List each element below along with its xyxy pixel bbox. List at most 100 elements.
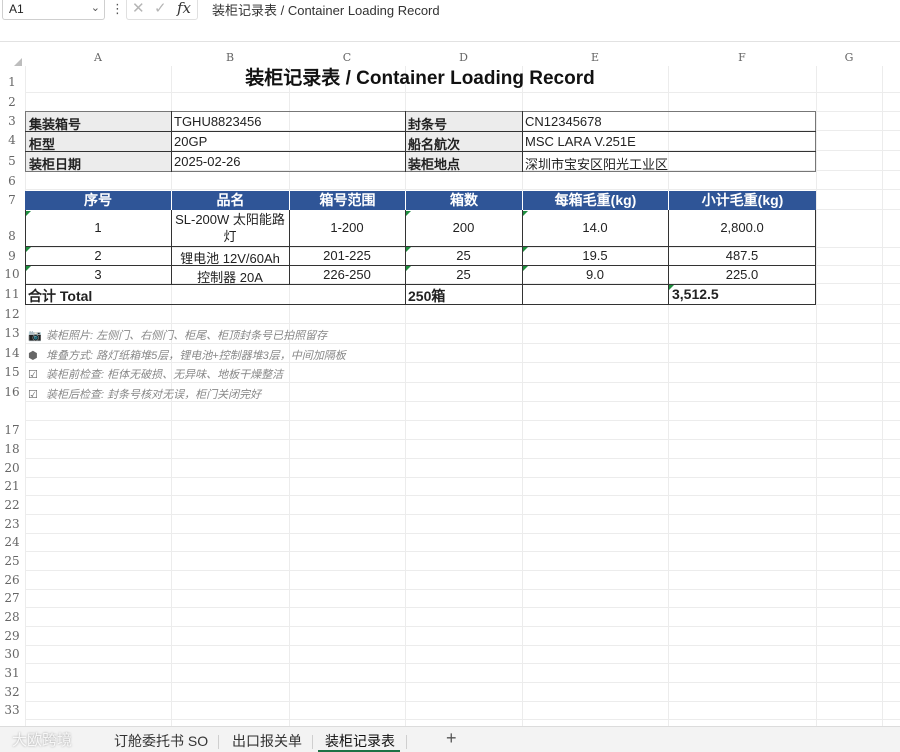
row-header[interactable]: 8 (0, 229, 24, 243)
row-header[interactable]: 16 (0, 385, 24, 399)
column-header-b[interactable]: B (171, 50, 289, 66)
header-box-range[interactable]: 箱号范围 (289, 191, 405, 210)
row-header[interactable]: 28 (0, 610, 24, 624)
note-pre-check[interactable]: ☑ 装柜前检查: 柜体无破损、无异味、地板干燥整洁 (28, 366, 283, 382)
formula-actions: ✕ ✓ fx (126, 0, 198, 20)
seal-no-label[interactable]: 封条号 (406, 112, 522, 131)
row-header[interactable]: 21 (0, 479, 24, 493)
row-header[interactable]: 27 (0, 591, 24, 605)
row-header[interactable]: 6 (0, 174, 24, 188)
column-header-c[interactable]: C (289, 50, 405, 66)
row-header[interactable]: 25 (0, 554, 24, 568)
container-type-value[interactable]: 20GP (174, 134, 404, 149)
container-no-value[interactable]: TGHU8823456 (174, 114, 404, 129)
total-label[interactable]: 合计 Total (28, 286, 398, 306)
formula-bar: A1 ⌄ ⋮ ✕ ✓ fx 装柜记录表 / Container Loading … (0, 0, 900, 42)
confirm-icon[interactable]: ✓ (154, 0, 167, 17)
tab-booking-so[interactable]: 订舱委托书 SO (114, 731, 208, 751)
note-post-check[interactable]: ☑ 装柜后检查: 封条号核对无误，柜门关闭完好 (28, 386, 261, 402)
column-header-e[interactable]: E (522, 50, 668, 66)
row-header[interactable]: 18 (0, 442, 24, 456)
select-all-corner[interactable] (14, 50, 22, 66)
row1-item-name[interactable]: SL-200W 太阳能路 灯 (171, 211, 289, 245)
row1-unit-weight[interactable]: 14.0 (522, 220, 668, 235)
vessel-voyage-label[interactable]: 船名航次 (406, 132, 522, 151)
cancel-icon[interactable]: ✕ (132, 0, 145, 17)
seal-no-value[interactable]: CN12345678 (525, 114, 815, 129)
row1-item-name-line1: SL-200W 太阳能路 (175, 212, 285, 227)
insert-function-icon[interactable]: fx (177, 0, 191, 17)
row-header[interactable]: 29 (0, 629, 24, 643)
row-header[interactable]: 33 (0, 703, 24, 717)
row-header[interactable]: 13 (0, 326, 24, 340)
formula-input[interactable]: 装柜记录表 / Container Loading Record (212, 0, 440, 19)
row3-subtotal-weight[interactable]: 225.0 (668, 267, 816, 282)
header-seq[interactable]: 序号 (25, 191, 171, 210)
note-photos[interactable]: 📷 装柜照片: 左侧门、右侧门、柜尾、柜顶封条号已拍照留存 (28, 327, 327, 343)
row2-box-range[interactable]: 201-225 (289, 248, 405, 263)
total-box-count[interactable]: 250箱 (408, 286, 518, 306)
row2-subtotal-weight[interactable]: 487.5 (668, 248, 816, 263)
container-no-label[interactable]: 集装箱号 (26, 112, 171, 131)
row-header[interactable]: 11 (0, 287, 24, 301)
row-header[interactable]: 30 (0, 647, 24, 661)
header-subtotal-weight[interactable]: 小计毛重(kg) (668, 191, 816, 210)
row2-item-name[interactable]: 锂电池 12V/60Ah (171, 248, 289, 267)
sheet-tab-bar: 大欧跨境 订舱委托书 SO 出口报关单 装柜记录表 + (0, 726, 900, 752)
column-header-f[interactable]: F (668, 50, 816, 66)
row-header[interactable]: 4 (0, 133, 24, 147)
row1-box-count[interactable]: 200 (405, 220, 522, 235)
more-options-icon[interactable]: ⋮ (111, 1, 124, 17)
row3-box-range[interactable]: 226-250 (289, 267, 405, 282)
row-header[interactable]: 17 (0, 423, 24, 437)
note-text: 装柜前检查: 柜体无破损、无异味、地板干燥整洁 (46, 369, 284, 381)
column-header-a[interactable]: A (25, 50, 171, 66)
header-box-count[interactable]: 箱数 (405, 191, 522, 210)
row3-unit-weight[interactable]: 9.0 (522, 267, 668, 282)
row-header[interactable]: 24 (0, 535, 24, 549)
row-header[interactable]: 22 (0, 498, 24, 512)
vessel-voyage-value[interactable]: MSC LARA V.251E (525, 134, 815, 149)
row-header[interactable]: 31 (0, 666, 24, 680)
sheet-title[interactable]: 装柜记录表 / Container Loading Record (25, 66, 815, 92)
loading-date-label[interactable]: 装柜日期 (26, 152, 171, 171)
add-sheet-button[interactable]: + (446, 728, 457, 749)
tab-export-declaration[interactable]: 出口报关单 (232, 731, 302, 751)
container-type-label[interactable]: 柜型 (26, 132, 171, 151)
row-header[interactable]: 14 (0, 346, 24, 360)
name-box[interactable]: A1 ⌄ (2, 0, 105, 20)
row-header[interactable]: 9 (0, 249, 24, 263)
row-header[interactable]: 23 (0, 517, 24, 531)
note-stacking[interactable]: ⬢ 堆叠方式: 路灯纸箱堆5层，锂电池+控制器堆3层，中间加隔板 (28, 347, 346, 363)
header-unit-weight[interactable]: 每箱毛重(kg) (522, 191, 668, 210)
chevron-down-icon[interactable]: ⌄ (91, 1, 100, 14)
row-header[interactable]: 5 (0, 154, 24, 168)
row-header[interactable]: 26 (0, 573, 24, 587)
row-header[interactable]: 12 (0, 307, 24, 321)
row3-item-name[interactable]: 控制器 20A (171, 267, 289, 286)
row-header[interactable]: 3 (0, 114, 24, 128)
loading-place-label[interactable]: 装柜地点 (406, 152, 522, 171)
row-header[interactable]: 32 (0, 685, 24, 699)
row-header[interactable]: 15 (0, 365, 24, 379)
row2-unit-weight[interactable]: 19.5 (522, 248, 668, 263)
total-weight[interactable]: 3,512.5 (672, 286, 812, 302)
row-header[interactable]: 20 (0, 461, 24, 475)
row-header[interactable]: 10 (0, 267, 24, 281)
loading-place-value[interactable]: 深圳市宝安区阳光工业区 (525, 154, 815, 173)
row-header[interactable]: 1 (0, 75, 24, 89)
row3-seq[interactable]: 3 (25, 267, 171, 282)
row2-box-count[interactable]: 25 (405, 248, 522, 263)
tab-loading-record[interactable]: 装柜记录表 (325, 731, 395, 751)
column-header-d[interactable]: D (405, 50, 522, 66)
row-header[interactable]: 7 (0, 193, 24, 207)
row-header[interactable]: 2 (0, 95, 24, 109)
row1-subtotal-weight[interactable]: 2,800.0 (668, 220, 816, 235)
loading-date-value[interactable]: 2025-02-26 (174, 154, 404, 169)
column-header-g[interactable]: G (816, 50, 882, 66)
row1-box-range[interactable]: 1-200 (289, 220, 405, 235)
row2-seq[interactable]: 2 (25, 248, 171, 263)
header-item-name[interactable]: 品名 (171, 191, 289, 210)
row3-box-count[interactable]: 25 (405, 267, 522, 282)
row1-seq[interactable]: 1 (25, 220, 171, 235)
